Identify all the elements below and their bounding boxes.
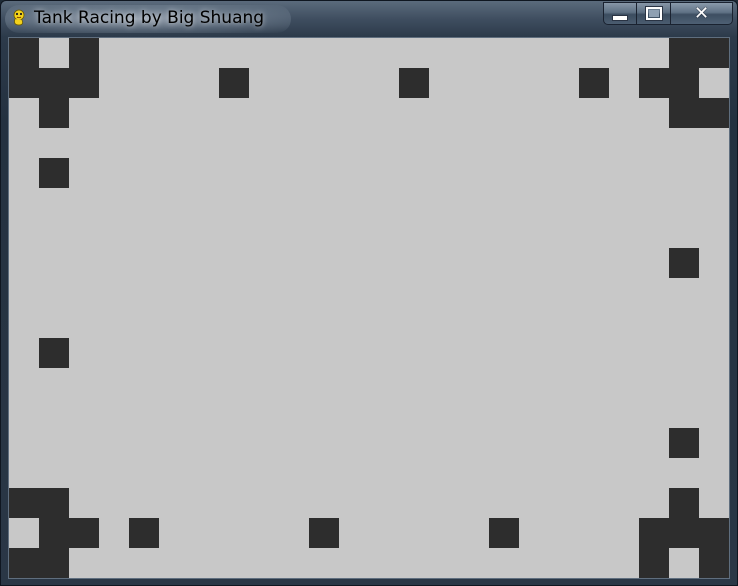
wall-tile (639, 68, 669, 98)
wall-tile (669, 518, 699, 548)
wall-tile (309, 518, 339, 548)
wall-tile (9, 548, 39, 578)
wall-tile (69, 68, 99, 98)
wall-tile (699, 548, 729, 578)
wall-tile (39, 158, 69, 188)
game-canvas[interactable] (8, 37, 730, 579)
wall-tile (39, 68, 69, 98)
wall-tile (579, 68, 609, 98)
close-button[interactable]: ✕ (671, 2, 733, 25)
maximize-button[interactable] (637, 2, 671, 25)
wall-tile (129, 518, 159, 548)
wall-tile (669, 248, 699, 278)
wall-tile (39, 488, 69, 518)
wall-tile (699, 38, 729, 68)
wall-tile (39, 518, 69, 548)
wall-tile (69, 518, 99, 548)
wall-tile (9, 38, 39, 68)
wall-tile (489, 518, 519, 548)
wall-tile (639, 518, 669, 548)
wall-tile (39, 98, 69, 128)
wall-tile (39, 338, 69, 368)
game-window: Tank Racing by Big Shuang ✕ (0, 0, 738, 586)
wall-tile (219, 68, 249, 98)
window-controls: ✕ (603, 2, 733, 26)
wall-tile (399, 68, 429, 98)
close-icon: ✕ (693, 2, 710, 24)
title-bar[interactable]: Tank Racing by Big Shuang ✕ (1, 1, 737, 37)
wall-tile (669, 428, 699, 458)
pygame-snake-icon[interactable] (10, 9, 28, 27)
wall-tile (39, 548, 69, 578)
window-title: Tank Racing by Big Shuang (34, 8, 265, 28)
wall-tile (669, 98, 699, 128)
minimize-icon (612, 14, 628, 21)
wall-tile (9, 488, 39, 518)
maximize-icon (644, 6, 663, 21)
wall-tile (669, 38, 699, 68)
wall-tile (669, 68, 699, 98)
minimize-button[interactable] (603, 2, 637, 25)
wall-tile (699, 98, 729, 128)
wall-tile (699, 518, 729, 548)
wall-tile (9, 68, 39, 98)
wall-tile (669, 488, 699, 518)
wall-tile (639, 548, 669, 578)
wall-tile (69, 38, 99, 68)
